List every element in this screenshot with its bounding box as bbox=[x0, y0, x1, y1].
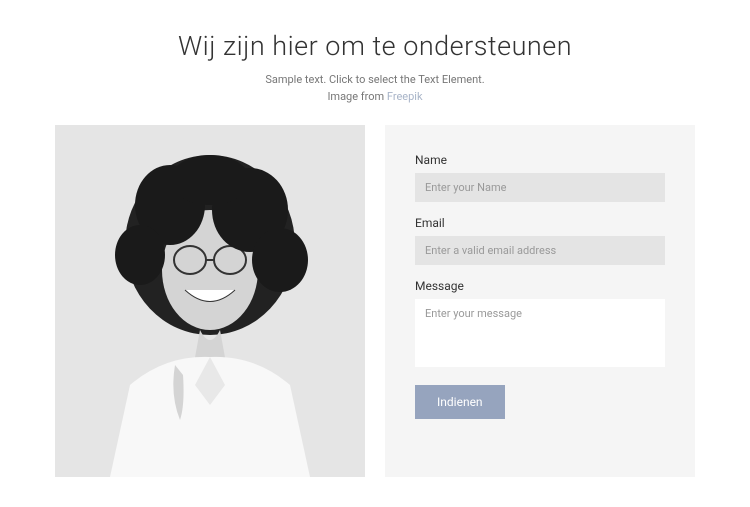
message-field: Message bbox=[415, 279, 665, 371]
message-label: Message bbox=[415, 279, 665, 293]
name-field: Name bbox=[415, 153, 665, 202]
hero-image bbox=[55, 125, 365, 477]
submit-button[interactable]: Indienen bbox=[415, 385, 505, 419]
email-field: Email bbox=[415, 216, 665, 265]
contact-form: Name Email Message Indienen bbox=[385, 125, 695, 477]
message-input[interactable] bbox=[415, 299, 665, 367]
subtitle-line1: Sample text. Click to select the Text El… bbox=[265, 73, 484, 86]
freepik-link[interactable]: Freepik bbox=[387, 90, 423, 103]
subtitle-line2-prefix: Image from bbox=[327, 90, 386, 103]
subtitle: Sample text. Click to select the Text El… bbox=[55, 72, 695, 105]
page-title: Wij zijn hier om te ondersteunen bbox=[55, 30, 695, 62]
name-input[interactable] bbox=[415, 173, 665, 202]
email-label: Email bbox=[415, 216, 665, 230]
name-label: Name bbox=[415, 153, 665, 167]
header: Wij zijn hier om te ondersteunen Sample … bbox=[55, 30, 695, 105]
content-row: Name Email Message Indienen bbox=[55, 125, 695, 477]
email-input[interactable] bbox=[415, 236, 665, 265]
